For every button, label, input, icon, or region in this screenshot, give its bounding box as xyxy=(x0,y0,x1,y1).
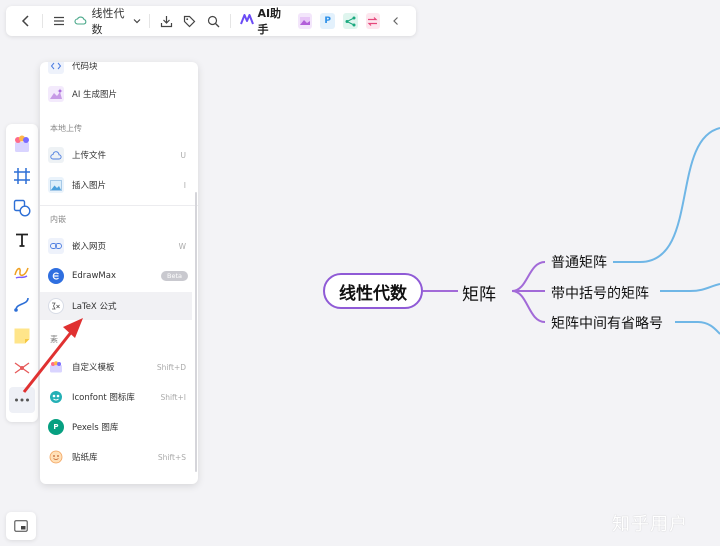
branch-extension-1 xyxy=(613,127,720,263)
menu-item-label: Iconfont 图标库 xyxy=(72,393,135,403)
edrawmax-icon xyxy=(48,268,64,284)
menu-item-ai-image[interactable]: AI 生成图片 xyxy=(40,80,192,108)
minimap-icon xyxy=(14,520,28,532)
insert-image-icon xyxy=(48,177,64,193)
ai-assistant-label: AI助手 xyxy=(257,7,282,36)
menu-item-label: LaTeX 公式 xyxy=(72,302,117,312)
collapse-chevron-icon[interactable] xyxy=(384,9,408,33)
template-icon xyxy=(48,359,64,375)
menu-item-embed-web[interactable]: 嵌入网页 W xyxy=(40,232,192,260)
divider xyxy=(41,14,43,28)
download-icon[interactable] xyxy=(154,9,178,33)
share-plugin-icon[interactable] xyxy=(342,13,358,29)
branch-extension-2 xyxy=(660,283,720,292)
upload-file-icon xyxy=(48,147,64,163)
mindmap-sub-node-2[interactable]: 带中括号的矩阵 xyxy=(551,283,649,303)
more-tools-icon[interactable] xyxy=(9,387,35,413)
menu-item-label: 上传文件 xyxy=(72,151,107,161)
code-block-icon xyxy=(48,62,64,74)
panel-scrollbar[interactable] xyxy=(195,192,197,472)
divider xyxy=(229,14,231,28)
ai-assistant-button[interactable]: AI助手 xyxy=(234,5,293,37)
latex-icon xyxy=(48,298,64,314)
shortcut-hint: Shift+S xyxy=(157,452,186,462)
iconfont-icon xyxy=(48,389,64,405)
shortcut-hint: U xyxy=(180,150,187,160)
watermark: 知乎用户 xyxy=(612,514,688,535)
section-divider xyxy=(40,205,198,206)
menu-item-insert-image[interactable]: 插入图片 I xyxy=(40,171,192,199)
text-tool-icon[interactable] xyxy=(9,227,35,253)
sticker-icon xyxy=(48,449,64,465)
divider xyxy=(149,14,151,28)
branch-extension-3 xyxy=(675,321,720,335)
menu-item-label: 贴纸库 xyxy=(72,453,98,463)
swap-plugin-icon[interactable] xyxy=(365,13,381,29)
mindmap-tool-icon[interactable] xyxy=(9,355,35,381)
ai-image-icon xyxy=(48,86,64,102)
shortcut-hint: Shift+I xyxy=(160,392,186,402)
menu-item-label: Pexels 图库 xyxy=(72,423,119,433)
menu-item-latex[interactable]: LaTeX 公式 xyxy=(40,292,192,320)
connector-icon[interactable] xyxy=(9,291,35,317)
back-icon[interactable] xyxy=(14,9,38,33)
template-gallery-icon[interactable] xyxy=(9,131,35,157)
embed-web-icon xyxy=(48,238,64,254)
search-icon[interactable] xyxy=(202,9,226,33)
image-plugin-icon[interactable] xyxy=(297,13,313,29)
beta-badge: Beta xyxy=(161,271,188,281)
shortcut-hint: I xyxy=(183,180,186,190)
mindmap-root-node[interactable]: 线性代数 xyxy=(323,273,423,309)
menu-item-upload-file[interactable]: 上传文件 U xyxy=(40,141,192,169)
root-node-label: 线性代数 xyxy=(339,283,407,304)
pen-tool-icon[interactable] xyxy=(9,259,35,285)
menu-item-edrawmax[interactable]: EdrawMax Beta xyxy=(40,262,192,290)
menu-item-pexels[interactable]: P Pexels 图库 xyxy=(40,413,192,441)
shape-icon[interactable] xyxy=(9,195,35,221)
chevron-down-icon xyxy=(133,15,141,28)
mindmap-sub-node-3[interactable]: 矩阵中间有省略号 xyxy=(551,313,663,333)
section-header-resource: 素 xyxy=(50,335,58,344)
shortcut-hint: W xyxy=(178,241,186,251)
menu-item-label: 代码块 xyxy=(72,62,98,72)
top-toolbar: 线性代数 AI助手 P xyxy=(6,6,416,36)
mindmap-main-node[interactable]: 矩阵 xyxy=(462,280,496,305)
tag-icon[interactable] xyxy=(178,9,202,33)
section-header-local-upload: 本地上传 xyxy=(50,124,82,133)
menu-icon[interactable] xyxy=(47,9,71,33)
menu-item-custom-template[interactable]: 自定义模板 Shift+D xyxy=(40,353,192,381)
ai-logo-icon xyxy=(240,14,255,28)
document-title-text: 线性代数 xyxy=(91,7,125,36)
left-tool-rail xyxy=(6,124,38,422)
shortcut-hint: Shift+D xyxy=(156,362,186,372)
sticky-note-icon[interactable] xyxy=(9,323,35,349)
cloud-sync-icon xyxy=(74,15,87,28)
mindmap-sub-node-1[interactable]: 普通矩阵 xyxy=(551,252,607,272)
menu-item-label: EdrawMax xyxy=(72,271,116,281)
pexels-icon: P xyxy=(48,419,64,435)
frame-icon[interactable] xyxy=(9,163,35,189)
section-header-embed: 内嵌 xyxy=(50,215,66,224)
insert-menu-panel: 代码块 AI 生成图片 本地上传 上传文件 U 插入图片 I 内嵌 嵌入网页 W xyxy=(40,62,198,484)
menu-item-sticker[interactable]: 贴纸库 Shift+S xyxy=(40,443,192,471)
menu-item-iconfont[interactable]: Iconfont 图标库 Shift+I xyxy=(40,383,192,411)
menu-item-label: 插入图片 xyxy=(72,181,107,191)
menu-item-label: 自定义模板 xyxy=(72,363,115,373)
branch-connector-1 xyxy=(511,261,546,292)
menu-item-code-block[interactable]: 代码块 xyxy=(40,62,192,80)
document-title[interactable]: 线性代数 xyxy=(70,5,145,37)
menu-item-label: AI 生成图片 xyxy=(72,90,118,100)
menu-item-label: 嵌入网页 xyxy=(72,242,107,252)
p-plugin-icon[interactable]: P xyxy=(320,13,335,29)
branch-connector-3 xyxy=(511,290,546,323)
minimap-toggle-button[interactable] xyxy=(6,512,36,540)
